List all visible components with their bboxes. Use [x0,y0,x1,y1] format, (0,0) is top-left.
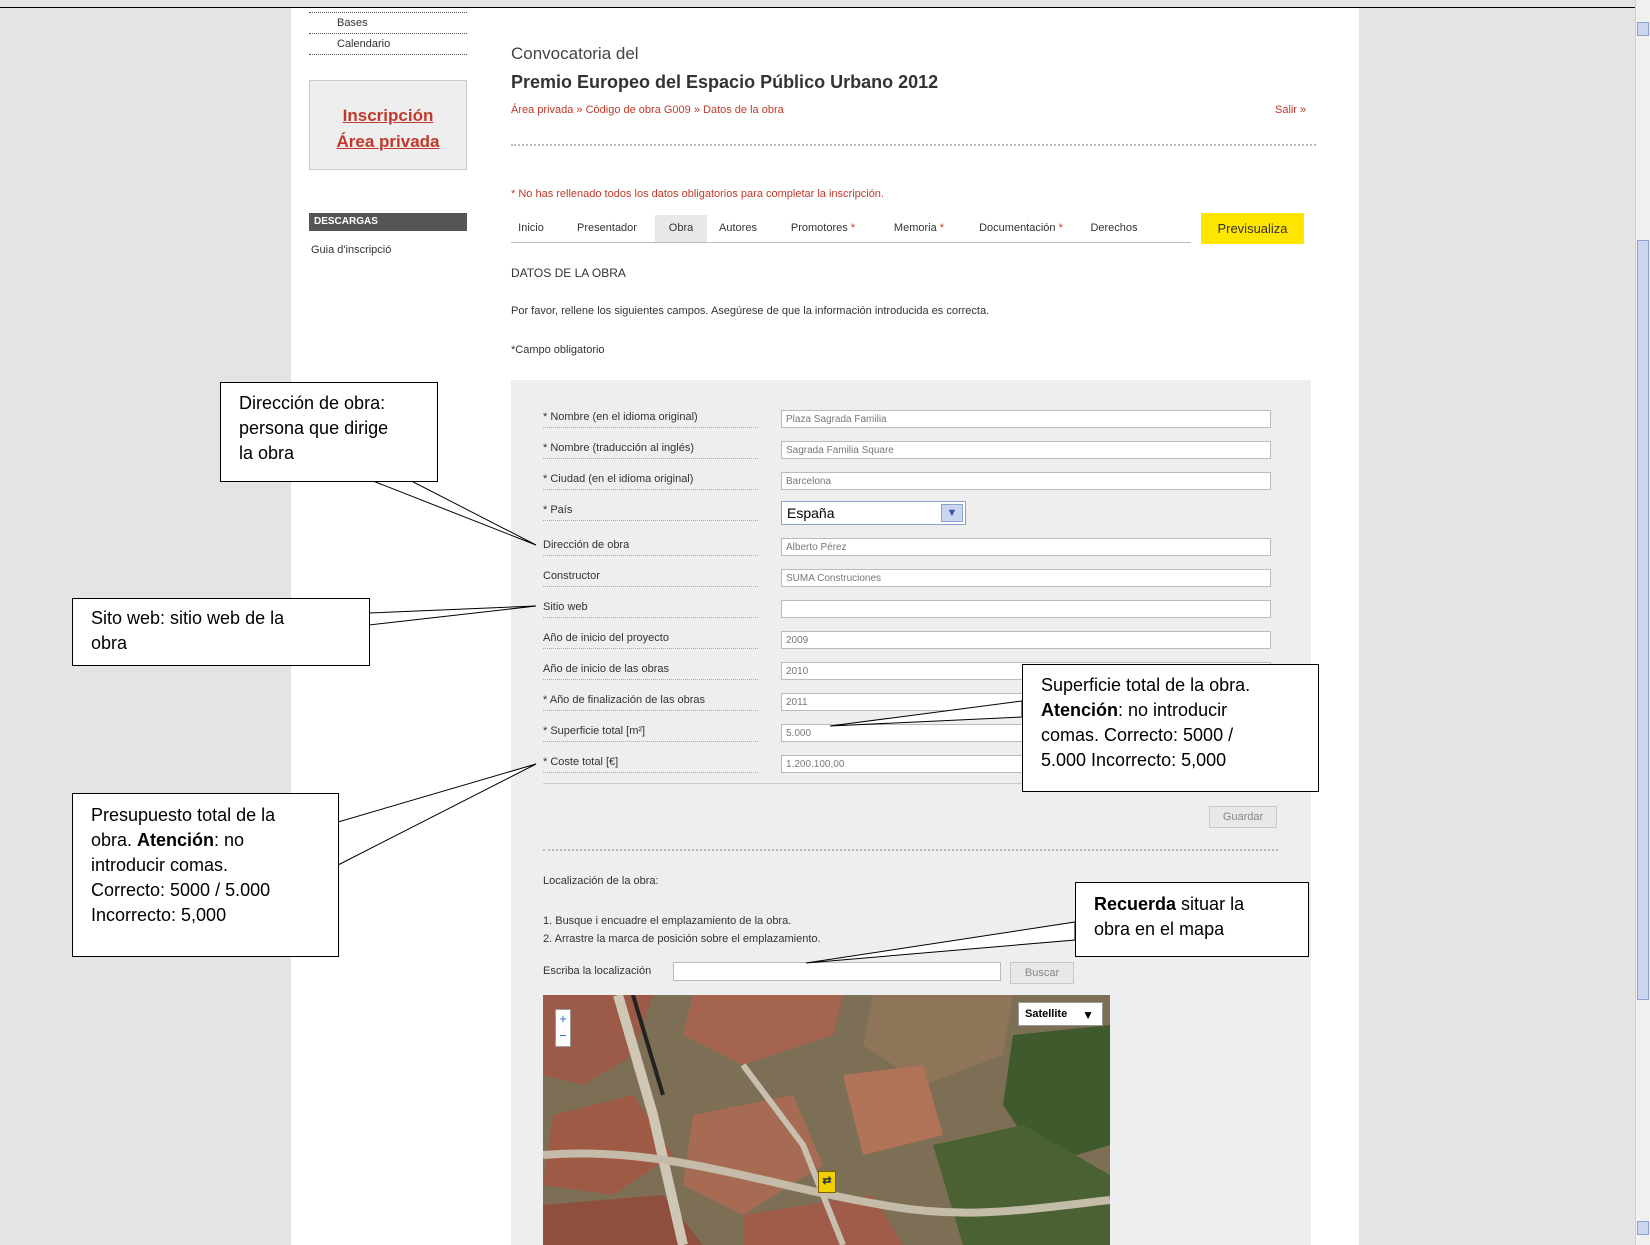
field-label: * Nombre (traducción al inglés) [543,442,758,459]
save-button[interactable]: Guardar [1209,806,1277,828]
scroll-up-button[interactable] [1637,22,1649,36]
private-area-link[interactable]: Área privada [310,129,466,155]
name-english-input[interactable]: Sagrada Familia Square [781,441,1271,459]
download-guide-link[interactable]: Guia d'inscripció [311,244,391,256]
field-row-website: Sitio web [543,595,1273,625]
callout-presupuesto: Presupuesto total de la obra. Atención: … [72,793,339,957]
tab-obra[interactable]: Obra [655,215,707,242]
triangle-down-icon: ▼ [1082,1008,1094,1022]
chevron-down-icon[interactable]: ▼ [941,504,963,522]
direccion-input[interactable]: Alberto Pérez [781,538,1271,556]
zoom-out-button[interactable]: − [556,1027,570,1044]
field-label: Año de inicio de las obras [543,663,758,680]
zoom-control: + − [555,1009,571,1047]
tab-memoria[interactable]: Memoria * [877,215,961,242]
field-row-name-original: * Nombre (en el idioma original) Plaza S… [543,405,1273,435]
callout-sitio-web: Sito web: sitio web de la obra [72,598,370,666]
country-select[interactable]: España ▼ [781,501,966,525]
field-label: Sitio web [543,601,758,618]
website-input[interactable] [781,600,1271,618]
field-label: * Año de finalización de las obras [543,694,758,711]
map-imagery [543,995,1110,1245]
tab-documentacion[interactable]: Documentación * [965,215,1077,242]
field-row-constructor: Constructor SUMA Construciones [543,564,1273,594]
scroll-thumb[interactable] [1637,240,1649,1000]
warning-message: * No has rellenado todos los datos oblig… [511,188,884,200]
zoom-in-button[interactable]: + [556,1010,570,1027]
constructor-input[interactable]: SUMA Construciones [781,569,1271,587]
field-row-country: * País España ▼ [543,498,1273,528]
callout-direccion: Dirección de obra: persona que dirige la… [220,382,438,482]
position-marker-icon[interactable]: ⇄ [818,1171,836,1193]
tab-bar: Inicio Presentador Obra Autores Promotor… [511,215,1191,243]
field-label: Año de inicio del proyecto [543,632,758,649]
field-label: * Ciudad (en el idioma original) [543,473,758,490]
name-original-input[interactable]: Plaza Sagrada Familia [781,410,1271,428]
sidebar-link-bases[interactable]: Bases [309,12,467,33]
field-label: Dirección de obra [543,539,758,556]
field-label: * Superficie total [m²] [543,725,758,742]
search-button[interactable]: Buscar [1010,962,1074,984]
scroll-down-button[interactable] [1637,1221,1649,1235]
tab-inicio[interactable]: Inicio [511,215,551,242]
city-input[interactable]: Barcelona [781,472,1271,490]
country-select-value: España [787,505,835,521]
map-type-select[interactable]: Satellite ▼ [1018,1002,1103,1026]
callout-superficie: Superficie total de la obra. Atención: n… [1022,664,1319,792]
tab-presentador[interactable]: Presentador [559,215,655,242]
callout-recuerda: Recuerda situar la obra en el mapa [1075,882,1309,957]
field-row-project-start: Año de inicio del proyecto 2009 [543,626,1273,656]
field-label: * Nombre (en el idioma original) [543,411,758,428]
location-step-2: 2. Arrastre la marca de posición sobre e… [543,933,821,945]
field-label: * Coste total [€] [543,756,758,773]
field-label: Constructor [543,570,758,587]
downloads-heading: DESCARGAS [309,213,467,231]
section-title: DATOS DE LA OBRA [511,266,626,280]
logout-link[interactable]: Salir » [1275,104,1306,116]
tab-derechos[interactable]: Derechos [1081,215,1147,242]
location-label: Escriba la localización [543,965,652,977]
required-note: *Campo obligatorio [511,344,605,356]
field-row-city: * Ciudad (en el idioma original) Barcelo… [543,467,1273,497]
divider [543,849,1278,851]
field-row-name-english: * Nombre (traducción al inglés) Sagrada … [543,436,1273,466]
registration-link[interactable]: Inscripción [310,103,466,129]
divider [511,144,1316,146]
preview-button[interactable]: Previsualiza [1201,213,1304,244]
map-type-label: Satellite [1025,1008,1068,1020]
location-step-1: 1. Busque i encuadre el emplazamiento de… [543,915,792,927]
sidebar-link-calendario[interactable]: Calendario [309,33,467,55]
satellite-map[interactable]: + − Satellite ▼ ⇄ [543,995,1110,1245]
sidebar-nav: Bases Calendario [309,12,467,55]
field-label: * País [543,504,758,521]
tab-promotores[interactable]: Promotores * [773,215,873,242]
page-title: Premio Europeo del Espacio Público Urban… [511,72,939,92]
vertical-scrollbar[interactable] [1635,0,1650,1245]
location-title: Localización de la obra: [543,875,659,887]
tab-autores[interactable]: Autores [707,215,769,242]
field-row-direccion: Dirección de obra Alberto Pérez [543,533,1273,563]
intro-text: Por favor, rellene los siguientes campos… [511,305,990,317]
breadcrumb[interactable]: Área privada » Código de obra G009 » Dat… [511,104,784,116]
project-start-input[interactable]: 2009 [781,631,1271,649]
location-search-input[interactable] [673,962,1001,981]
registration-box: Inscripción Área privada [309,80,467,170]
page-subtitle: Convocatoria del [511,44,639,63]
